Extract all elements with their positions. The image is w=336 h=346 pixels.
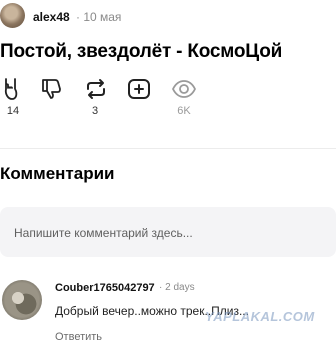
like-count: 14 xyxy=(6,105,20,117)
comment-author[interactable]: Couber1765042797 xyxy=(55,282,155,294)
plus-square-icon xyxy=(126,76,154,102)
post-author[interactable]: alex48 xyxy=(33,10,70,24)
author-avatar[interactable] xyxy=(0,3,25,28)
repost-icon xyxy=(83,76,111,102)
commenter-avatar[interactable] xyxy=(2,280,42,320)
eye-icon xyxy=(171,76,199,102)
views-count: 6K xyxy=(177,105,191,117)
like-button[interactable] xyxy=(0,76,28,102)
post-date: · 10 мая xyxy=(76,10,122,24)
comment-input-placeholder[interactable]: Напишите комментарий здесь... xyxy=(14,226,193,240)
comments-heading: Комментарии xyxy=(0,164,115,183)
watermark: YAPLAKAL.COM xyxy=(205,309,315,324)
repost-count: 3 xyxy=(91,105,99,117)
dislike-button[interactable] xyxy=(40,76,68,102)
reply-button[interactable]: Ответить xyxy=(55,331,102,343)
thumbs-down-icon xyxy=(40,76,68,102)
divider xyxy=(0,148,336,149)
views-indicator xyxy=(171,76,199,102)
rock-hand-icon xyxy=(0,76,28,102)
repost-button[interactable] xyxy=(83,76,111,102)
add-button[interactable] xyxy=(126,76,154,102)
comment-date: · 2 days xyxy=(159,282,195,293)
post-title: Постой, звездолёт - КосмоЦой xyxy=(0,41,283,62)
